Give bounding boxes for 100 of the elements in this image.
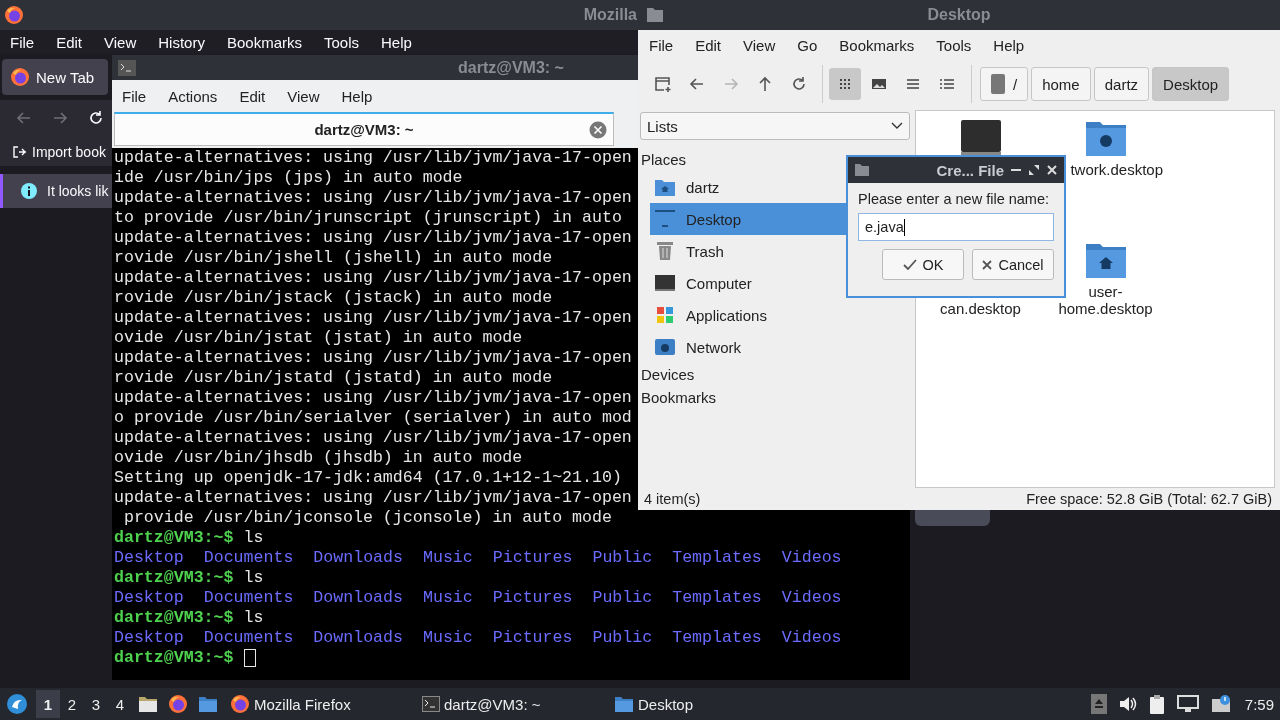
directory-name: Templates <box>672 548 762 568</box>
firefox-icon <box>230 694 250 714</box>
workspace-button[interactable]: 4 <box>108 690 132 718</box>
terminal-line: update-alternatives: using /usr/lib/jvm/java-17-open <box>114 228 632 248</box>
menu-item[interactable]: Help <box>331 87 385 105</box>
directory-name: Videos <box>781 588 842 608</box>
reload-icon[interactable] <box>791 76 807 92</box>
menu-item[interactable]: Help <box>982 36 1036 54</box>
bookmark-link[interactable]: Import book <box>32 144 106 160</box>
sidebar-item[interactable]: dartz <box>650 171 848 203</box>
directory-name: Public <box>592 548 653 568</box>
detailed-list-icon <box>939 76 955 92</box>
file-name[interactable]: can.desktop <box>940 300 1021 317</box>
workspace-button[interactable]: 1 <box>36 690 60 718</box>
workspace-button[interactable]: 2 <box>60 690 84 718</box>
view-mode-button[interactable] <box>829 68 861 100</box>
file-name[interactable]: user-home.desktop <box>1052 283 1159 317</box>
window-title: Mozilla <box>583 6 637 24</box>
file-manager-icon[interactable] <box>138 695 158 713</box>
terminal-line: update-alternatives: using /usr/lib/jvm/java-17-open <box>114 388 632 408</box>
clipboard-icon[interactable] <box>1148 694 1165 714</box>
close-icon[interactable] <box>1046 164 1058 176</box>
dialog-prompt: Please enter a new file name: <box>858 191 1051 207</box>
directory-name: Public <box>592 628 653 648</box>
path-button[interactable]: home <box>1031 67 1091 101</box>
menu-item[interactable]: Edit <box>684 36 733 54</box>
directory-name: Music <box>422 628 473 648</box>
directory-name: Desktop <box>114 628 184 648</box>
section-heading: Places <box>641 151 687 168</box>
shell-prompt: dartz@VM3:~$ <box>114 568 234 588</box>
menu-item[interactable]: View <box>732 36 787 54</box>
workspace-button[interactable]: 3 <box>84 690 108 718</box>
terminal-line: rovide /usr/bin/jstatd (jstatd) in auto mode <box>114 368 553 388</box>
menu-item[interactable]: View <box>104 31 137 53</box>
path-button[interactable]: dartz <box>1093 67 1150 101</box>
terminal-line: update-alternatives: using /usr/lib/jvm/java-17-open <box>114 488 632 508</box>
folder-icon[interactable] <box>614 695 634 713</box>
notification-icon[interactable] <box>1210 695 1233 713</box>
start-menu-icon[interactable] <box>6 693 28 715</box>
side-pane-dropdown[interactable]: Lists <box>640 112 910 140</box>
shell-command: ls <box>243 568 264 588</box>
network-folder-icon[interactable] <box>1084 119 1127 157</box>
menu-item[interactable]: Go <box>786 36 829 54</box>
path-button[interactable]: Desktop <box>1152 67 1230 101</box>
terminal-icon <box>422 696 440 712</box>
new-window-icon[interactable] <box>654 75 672 93</box>
sidebar-item[interactable]: Applications <box>650 299 848 331</box>
menu-item[interactable]: Help <box>381 31 412 53</box>
item-count: 4 item(s) <box>644 491 701 507</box>
menu-item[interactable]: Actions <box>158 87 230 105</box>
menu-item[interactable]: File <box>10 31 35 53</box>
sidebar-item[interactable]: Desktop <box>650 203 848 235</box>
menu-item[interactable]: Tools <box>925 36 983 54</box>
task-button[interactable]: dartz@VM3: ~ <box>422 689 602 719</box>
up-arrow-icon[interactable] <box>757 76 773 92</box>
menu-item[interactable]: Tools <box>324 31 359 53</box>
path-button[interactable]: / <box>980 67 1029 101</box>
section-heading[interactable]: Bookmarks <box>641 389 717 406</box>
terminal-line: to provide /usr/bin/jrunscript (jrunscript) in auto <box>114 208 622 228</box>
eject-icon[interactable] <box>1090 694 1107 714</box>
menu-item[interactable]: File <box>638 36 685 54</box>
cancel-button[interactable]: Cancel <box>972 249 1054 280</box>
reload-icon[interactable] <box>88 109 104 126</box>
task-button[interactable]: Mozilla Firefox <box>230 689 410 719</box>
file-name-field[interactable]: e.java <box>858 213 1054 241</box>
volume-icon[interactable] <box>1118 696 1137 712</box>
section-heading[interactable]: Devices <box>641 366 695 383</box>
terminal-line: update-alternatives: using /usr/lib/jvm/java-17-open <box>114 268 632 288</box>
sidebar-item[interactable]: Computer <box>650 267 848 299</box>
firefox-icon <box>4 5 24 25</box>
ok-button[interactable]: OK <box>882 249 964 280</box>
menu-item[interactable]: Edit <box>229 87 278 105</box>
import-icon <box>12 144 28 160</box>
sidebar-item[interactable]: Trash <box>650 235 848 267</box>
menu-item[interactable]: Edit <box>56 31 83 53</box>
directory-name: Templates <box>672 628 762 648</box>
menu-item[interactable]: File <box>112 87 159 105</box>
maximize-icon[interactable] <box>1028 164 1040 176</box>
terminal-tab[interactable]: dartz@VM3: ~ <box>114 112 614 146</box>
check-icon <box>902 258 917 271</box>
folder-icon <box>854 163 870 177</box>
firefox-icon <box>168 694 188 714</box>
close-icon[interactable] <box>589 121 607 139</box>
back-arrow-icon[interactable] <box>689 76 705 92</box>
file-name[interactable]: twork.desktop <box>1070 161 1163 178</box>
trash-icon <box>654 241 676 261</box>
menu-item[interactable]: History <box>158 31 205 53</box>
task-button[interactable]: Desktop <box>614 689 794 719</box>
browser-tab[interactable]: New Tab <box>2 59 108 95</box>
menu-item[interactable]: View <box>277 87 332 105</box>
home-folder-icon[interactable] <box>1084 241 1127 279</box>
menu-item[interactable]: Bookmarks <box>828 36 926 54</box>
directory-name: Downloads <box>313 548 403 568</box>
folder-icon[interactable] <box>198 695 218 713</box>
sidebar-item[interactable]: Network <box>650 331 848 363</box>
notification-text: It looks lik <box>47 183 109 199</box>
directory-name: Music <box>422 548 473 568</box>
terminal-line: rovide /usr/bin/jstack (jstack) in auto mode <box>114 288 553 308</box>
menu-item[interactable]: Bookmarks <box>226 31 302 53</box>
terminal-line: update-alternatives: using /usr/lib/jvm/java-17-open <box>114 188 632 208</box>
